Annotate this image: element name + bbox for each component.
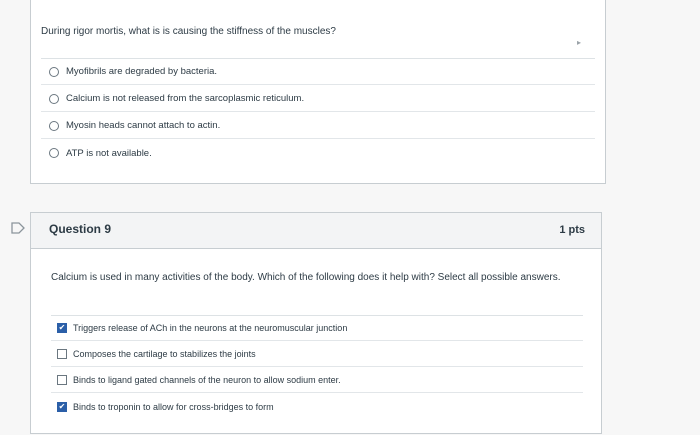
checkbox[interactable]	[57, 349, 67, 359]
answer-option-label: Triggers release of ACh in the neurons a…	[73, 323, 348, 333]
radio-button[interactable]	[49, 66, 59, 77]
answer-option-label: Calcium is not released from the sarcopl…	[66, 93, 305, 104]
radio-button[interactable]	[49, 93, 59, 104]
answer-option[interactable]: Calcium is not released from the sarcopl…	[41, 86, 595, 112]
question-header: Question 9 1 pts	[31, 213, 601, 249]
previous-question-text: During rigor mortis, what is is causing …	[41, 26, 336, 37]
question-text: Calcium is used in many activities of th…	[51, 272, 561, 283]
question-title: Question 9	[49, 222, 112, 236]
question-marker-icon-svg	[11, 222, 25, 234]
previous-question-card: During rigor mortis, what is is causing …	[30, 0, 606, 184]
answer-option-label: ATP is not available.	[66, 147, 152, 159]
cursor-mark-icon: ▸	[576, 38, 581, 47]
checkbox-checked[interactable]: ✔	[57, 323, 67, 333]
answer-option[interactable]: ATP is not available.	[41, 140, 595, 166]
question-points: 1 pts	[559, 224, 585, 236]
radio-button[interactable]	[49, 120, 59, 131]
answer-option[interactable]: Composes the cartilage to stabilizes the…	[51, 342, 583, 367]
answer-option[interactable]: ✔ Triggers release of ACh in the neurons…	[51, 316, 583, 341]
answer-option-label: Binds to ligand gated channels of the ne…	[73, 375, 341, 385]
question-card: Question 9 1 pts Calcium is used in many…	[30, 212, 602, 434]
answer-option-label: Myofibrils are degraded by bacteria.	[66, 66, 218, 77]
radio-button[interactable]	[49, 148, 59, 158]
answer-option-label: Myosin heads cannot attach to actin.	[66, 120, 221, 131]
answer-option-label: Composes the cartilage to stabilizes the…	[73, 349, 256, 359]
answer-option[interactable]: Myosin heads cannot attach to actin.	[41, 113, 595, 139]
answer-option[interactable]: ✔ Binds to troponin to allow for cross-b…	[51, 394, 583, 419]
checkbox-checked[interactable]: ✔	[57, 401, 67, 412]
quiz-page: During rigor mortis, what is is causing …	[0, 0, 700, 435]
answer-option-label: Binds to troponin to allow for cross-bri…	[73, 401, 274, 412]
checkbox[interactable]	[57, 375, 67, 385]
question-marker-icon[interactable]	[11, 222, 25, 237]
answer-option[interactable]: Myofibrils are degraded by bacteria.	[41, 59, 595, 85]
answer-option[interactable]: Binds to ligand gated channels of the ne…	[51, 368, 583, 393]
